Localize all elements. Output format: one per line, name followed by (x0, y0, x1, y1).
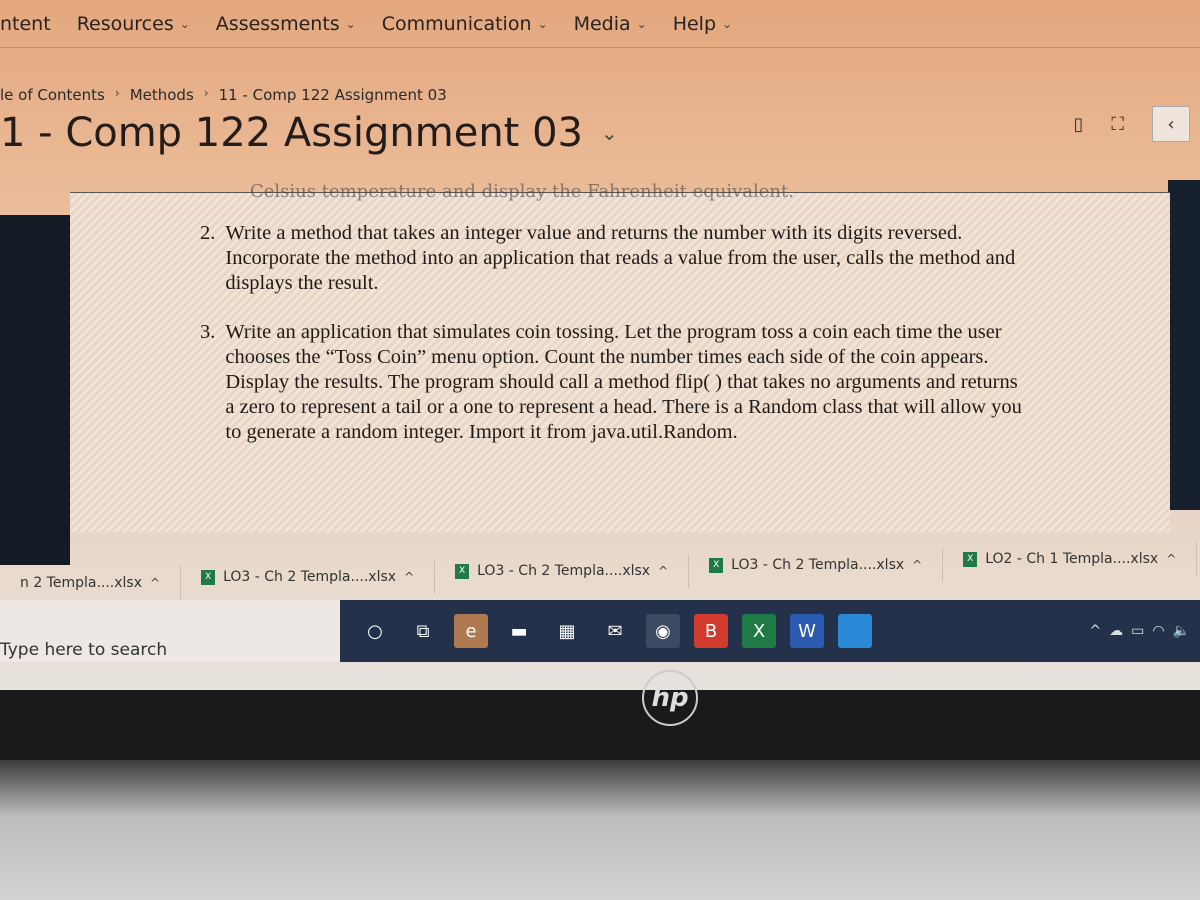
hp-logo: hp (642, 670, 698, 726)
nav-label: Help (672, 12, 717, 35)
taskbar: Type here to search ○ ⧉ e ▬ ▦ ✉ ◉ B X W ^ ☁ ▭ ◠ 🔈 (0, 600, 1200, 662)
onedrive-icon[interactable]: ☁ (1109, 623, 1123, 639)
chevron-down-icon[interactable]: ⌄ (601, 121, 618, 145)
laptop-bezel (0, 760, 1200, 900)
bookmark-icon[interactable]: ▯ (1073, 114, 1083, 135)
breadcrumb-item: 11 - Comp 122 Assignment 03 (218, 86, 447, 104)
download-filename: LO3 - Ch 2 Templa....xlsx (731, 557, 905, 573)
question-item: 3. Write an application that simulates co… (200, 320, 1030, 445)
store-icon[interactable]: ▦ (550, 614, 584, 648)
document-viewer: Celsius temperature and display the Fahr… (70, 181, 1170, 532)
download-item[interactable]: X LO2 - Ch 1 Templa....xlsx ^ (943, 542, 1198, 576)
nav-item[interactable]: Help ⌄ (673, 13, 732, 35)
system-tray[interactable]: ^ ☁ ▭ ◠ 🔈 (1089, 623, 1190, 639)
nav-item[interactable]: Resources ⌄ (77, 13, 190, 35)
download-filename: LO3 - Ch 2 Templa....xlsx (477, 563, 651, 579)
nav-label: Assessments (215, 12, 340, 35)
nav-label: ntent (0, 12, 51, 35)
download-filename: LO2 - Ch 1 Templa....xlsx (985, 551, 1159, 567)
chevron-down-icon: ⌄ (636, 16, 647, 31)
toolbar: ▯ ⛶ ‹ (1073, 106, 1190, 142)
question-number: 3. (200, 321, 216, 343)
fullscreen-icon[interactable]: ⛶ (1111, 114, 1124, 135)
chevron-down-icon: ⌄ (179, 16, 190, 31)
download-item[interactable]: n 2 Templa....xlsx ^ (0, 566, 182, 600)
chevron-up-icon[interactable]: ^ (150, 576, 160, 590)
nav-item[interactable]: Media ⌄ (574, 13, 647, 35)
chevron-up-icon[interactable]: ^ (912, 558, 922, 572)
chevron-down-icon: ⌄ (722, 16, 733, 31)
excel-file-icon: X (455, 563, 470, 579)
top-nav: ntent Resources ⌄ Assessments ⌄ Communication… (0, 0, 1200, 48)
excel-file-icon: X (709, 557, 724, 573)
download-item[interactable]: X LO3 - Ch 2 Templa....xlsx ^ (689, 548, 944, 582)
question-number: 2. (200, 222, 216, 244)
chevron-up-icon[interactable]: ^ (1089, 623, 1101, 639)
nav-label: Communication (381, 12, 532, 35)
nav-label: Resources (76, 12, 174, 35)
download-filename: LO3 - Ch 2 Templa....xlsx (223, 569, 397, 585)
file-explorer-icon[interactable]: ▬ (502, 614, 536, 648)
page-title: 1 - Comp 122 Assignment 03 (0, 110, 583, 156)
bitdefender-icon[interactable]: B (694, 614, 728, 648)
task-view-icon[interactable]: ⧉ (406, 614, 440, 648)
download-item[interactable]: X LO3 - Ch 2 Templa....xlsx ^ (435, 554, 690, 588)
question-item: 2. Write a method that takes an integer v… (200, 221, 1030, 296)
screen: ntent Resources ⌄ Assessments ⌄ Communication… (0, 0, 1200, 690)
question-text: Write an application that simulates coin… (225, 321, 1022, 443)
chevron-down-icon: ⌄ (537, 16, 548, 31)
nav-label: Media (573, 12, 631, 35)
left-panel (0, 215, 70, 565)
right-panel (1168, 180, 1200, 510)
excel-file-icon: X (201, 569, 216, 585)
taskbar-apps: ○ ⧉ e ▬ ▦ ✉ ◉ B X W ^ ☁ ▭ ◠ 🔈 (340, 600, 1200, 662)
question-text: Write a method that takes an integer val… (225, 222, 1016, 294)
chevron-right-icon: › (203, 86, 209, 100)
truncated-text: Celsius temperature and display the Fahr… (250, 181, 794, 202)
chevron-up-icon[interactable]: ^ (1166, 552, 1176, 566)
word-icon[interactable]: W (790, 614, 824, 648)
chevron-up-icon[interactable]: ^ (404, 570, 414, 584)
chevron-down-icon: ⌄ (345, 16, 356, 31)
volume-icon[interactable]: 🔈 (1173, 623, 1190, 639)
excel-file-icon: X (963, 551, 978, 567)
nav-item[interactable]: Assessments ⌄ (216, 13, 356, 35)
breadcrumb-item[interactable]: le of Contents (0, 86, 105, 104)
excel-icon[interactable]: X (742, 614, 776, 648)
wifi-icon[interactable]: ◠ (1152, 623, 1164, 639)
search-placeholder: Type here to search (0, 640, 168, 660)
downloads-bar: n 2 Templa....xlsx ^ X LO3 - Ch 2 Templa...… (0, 530, 1200, 600)
taskbar-search[interactable]: Type here to search (0, 600, 340, 662)
cortana-icon[interactable]: ○ (358, 614, 392, 648)
chevron-right-icon: › (114, 86, 120, 100)
chevron-up-icon[interactable]: ^ (658, 564, 668, 578)
breadcrumb: le of Contents › Methods › 11 - Comp 122 A… (0, 86, 447, 104)
back-button[interactable]: ‹ (1152, 106, 1190, 142)
mail-icon[interactable]: ✉ (598, 614, 632, 648)
download-filename: n 2 Templa....xlsx (20, 575, 143, 591)
edge-icon[interactable]: e (454, 614, 488, 648)
breadcrumb-item[interactable]: Methods (130, 86, 194, 104)
download-item[interactable]: X LO3 - Ch 2 Templa....xlsx ^ (181, 560, 436, 594)
chrome-icon[interactable]: ◉ (646, 614, 680, 648)
app-icon[interactable] (838, 614, 872, 648)
nav-item[interactable]: Communication ⌄ (382, 13, 548, 35)
battery-icon[interactable]: ▭ (1131, 623, 1144, 639)
question-list: 2. Write a method that takes an integer v… (200, 221, 1030, 469)
page-title-row: 1 - Comp 122 Assignment 03 ⌄ (0, 110, 618, 156)
nav-item[interactable]: ntent (0, 13, 51, 35)
